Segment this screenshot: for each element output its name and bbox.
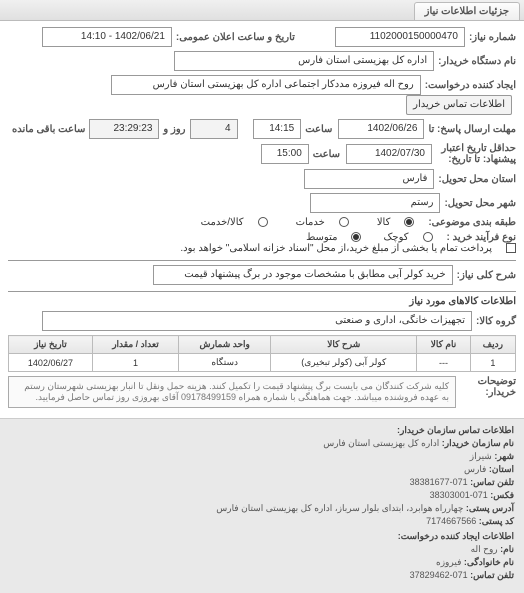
divider [8,291,516,292]
footer-address: چهارراه هوابرد، ابتدای بلوار سرباز، ادار… [216,503,463,513]
radio-small[interactable]: کوچک [369,232,432,243]
footer-cname: روح اله [471,544,498,554]
radio-kalakhadmat-label: کالا/خدمت [201,217,244,228]
footer-city-label: شهر: [494,451,514,461]
category-label: طبقه بندی موضوعی: [428,217,516,228]
table-row[interactable]: 1 --- کولر آبی (کولر تبخیری) دستگاه 1 14… [9,354,516,372]
desc-field: خرید کولر آبی مطابق با مشخصات موجود در ب… [153,265,453,285]
tab-details[interactable]: جزئیات اطلاعات نیاز [414,2,520,20]
announce-field: 1402/06/21 - 14:10 [42,27,172,47]
deadline-time-field: 14:15 [253,119,301,139]
radio-kalakhadmat[interactable]: کالا/خدمت [187,217,268,228]
radio-kala[interactable]: کالا [363,217,415,228]
form-body: شماره نیاز: 1102000150000470 تاریخ و ساع… [0,21,524,418]
validity-time-field: 15:00 [261,144,309,164]
footer-creator-title: اطلاعات ایجاد کننده درخواست: [10,531,514,542]
announce-label: تاریخ و ساعت اعلان عمومی: [176,32,295,43]
footer-cphone: 071-37829462 [410,570,468,580]
radio-icon [258,217,268,227]
cell-qty: 1 [92,354,178,372]
time-remaining-field: 23:29:23 [89,119,159,139]
radio-icon [423,232,433,242]
validity-label: حداقل تاریخ اعتبار پیشنهاد: تا تاریخ: [436,143,516,165]
footer-clast: فیروزه [436,557,461,567]
cell-name: --- [417,354,471,372]
goods-group-label: گروه کالا: [476,316,516,327]
footer-clast-label: نام خانوادگی: [464,557,514,567]
province-field: فارس [304,169,434,189]
footer-address-label: آدرس پستی: [466,503,514,513]
buyer-org-field: اداره کل بهزیستی استان فارس [174,51,434,71]
creator-label: ایجاد کننده درخواست: [425,80,516,91]
checkbox-icon [506,243,516,253]
request-no-label: شماره نیاز: [469,32,516,43]
creator-field: روح اله فیروزه مددکار اجتماعی اداره کل ب… [111,75,421,95]
city-label: شهر محل تحویل: [444,198,516,209]
goods-table: ردیف نام کالا شرح کالا واحد شمارش تعداد … [8,335,516,372]
footer-fax: 071-38303001 [430,490,488,500]
days-remaining-field: 4 [190,119,238,139]
footer-title: اطلاعات تماس سازمان خریدار: [10,425,514,436]
request-no-field: 1102000150000470 [335,27,465,47]
buyer-org-label: نام دستگاه خریدار: [438,56,516,67]
cell-desc: کولر آبی (کولر تبخیری) [271,354,417,372]
remaining-suffix: ساعت باقی مانده [12,124,85,135]
city-field: رستم [310,193,440,213]
cell-date: 1402/06/27 [9,354,93,372]
col-date: تاریخ نیاز [9,336,93,354]
buyer-contact-button[interactable]: اطلاعات تماس خریدار [406,95,512,115]
notes-text: کلیه شرکت کنندگان می بایست برگ پیشنهاد ق… [8,376,456,408]
footer-zip: 7174667566 [426,516,476,526]
radio-mid[interactable]: متوسط [292,232,361,243]
footer-zip-label: کد پستی: [479,516,514,526]
col-row: ردیف [470,336,515,354]
desc-label: شرح کلی نیاز: [457,270,516,281]
validity-time-label: ساعت [313,149,340,160]
deadline-time-label: ساعت [305,124,332,135]
radio-mid-label: متوسط [306,232,337,243]
radio-kala-label: کالا [377,217,391,228]
notes-label: توضیحات خریدار: [456,372,516,398]
footer-contact: اطلاعات تماس سازمان خریدار: نام سازمان خ… [0,418,524,593]
footer-city: شیراز [470,451,492,461]
footer-tel-label: تلفن تماس: [470,477,514,487]
radio-small-label: کوچک [383,232,408,243]
cell-row: 1 [470,354,515,372]
footer-fax-label: فکس: [490,490,514,500]
radio-khadamat-label: خدمات [296,217,325,228]
checkbox-treasury[interactable]: پرداخت تمام یا بخشی از مبلغ خرید،از محل … [166,243,516,254]
divider [8,260,516,261]
validity-date-field: 1402/07/30 [346,144,432,164]
goods-section-title: اطلاعات کالاهای مورد نیاز [8,296,516,307]
deadline-label: مهلت ارسال پاسخ: تا [428,124,516,135]
goods-group-field: تجهیزات خانگی، اداری و صنعتی [42,311,472,331]
col-qty: تعداد / مقدار [92,336,178,354]
footer-org-label: نام سازمان خریدار: [442,438,514,448]
col-desc: شرح کالا [271,336,417,354]
cell-unit: دستگاه [179,354,271,372]
footer-tel: 071-38381677 [410,477,468,487]
footer-org: اداره کل بهزیستی استان فارس [323,438,439,448]
days-label: روز و [163,124,185,135]
footer-cphone-label: تلفن تماس: [470,570,514,580]
footer-province-label: استان: [489,464,514,474]
purchase-process-label: نوع فرآیند خرید : [447,232,516,243]
radio-khadamat[interactable]: خدمات [282,217,349,228]
col-name: نام کالا [417,336,471,354]
col-unit: واحد شمارش [179,336,271,354]
footer-province: فارس [464,464,486,474]
treasury-note: پرداخت تمام یا بخشی از مبلغ خرید،از محل … [180,243,492,254]
radio-icon [404,217,414,227]
radio-icon [339,217,349,227]
radio-icon [351,232,361,242]
deadline-date-field: 1402/06/26 [338,119,424,139]
tab-bar: جزئیات اطلاعات نیاز [0,0,524,21]
footer-cname-label: نام: [500,544,514,554]
province-label: استان محل تحویل: [438,174,516,185]
